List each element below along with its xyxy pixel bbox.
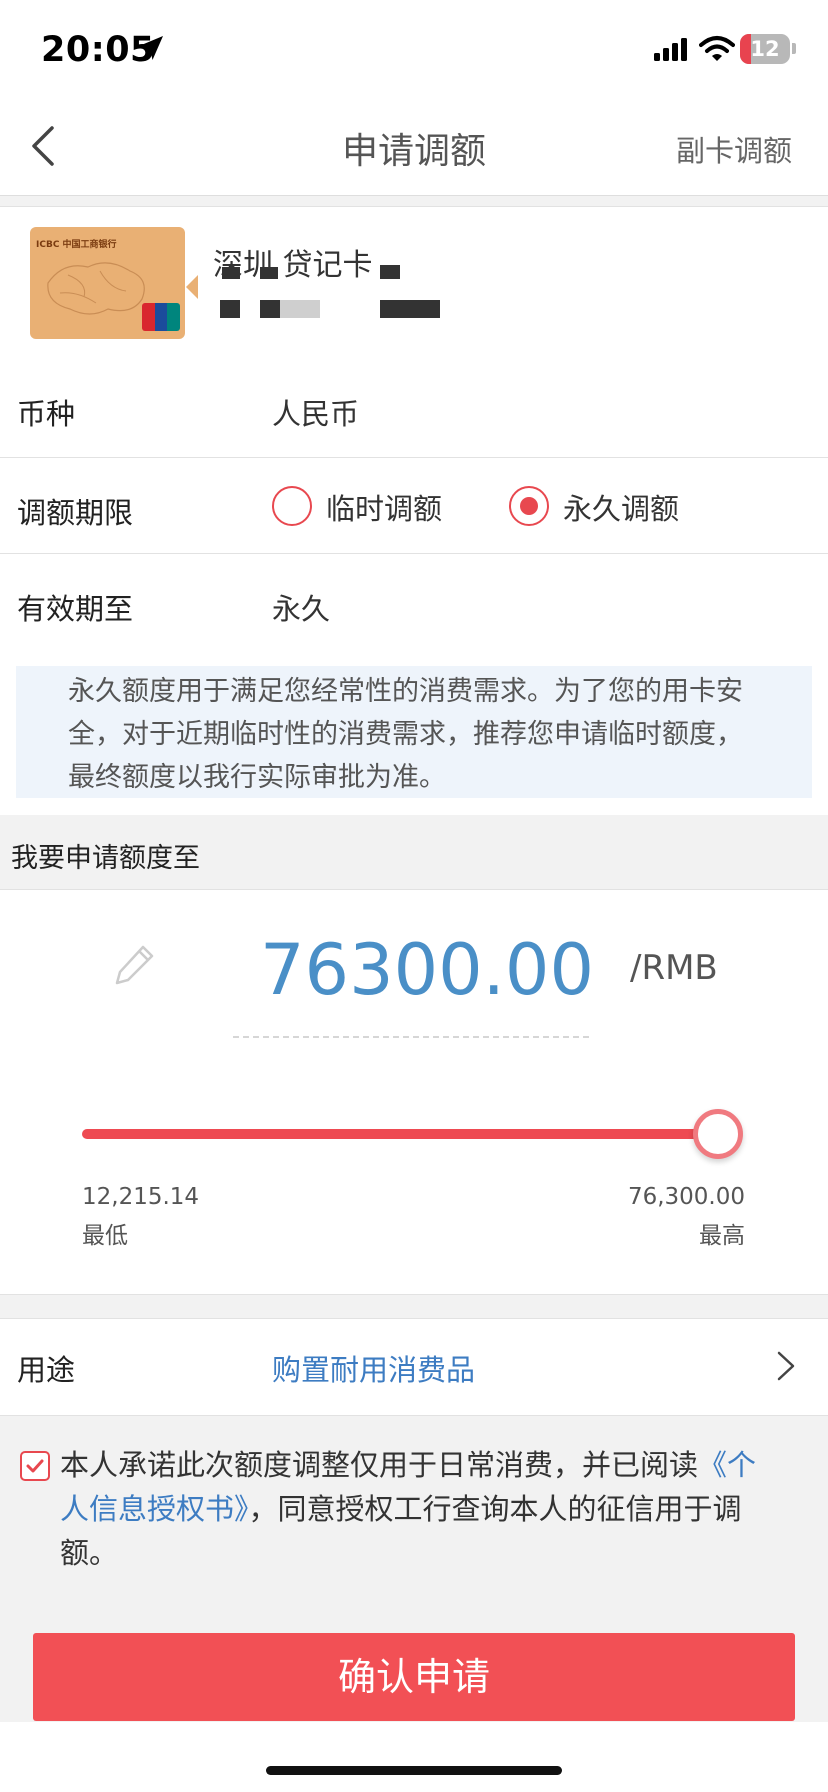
slider-max-label: 最高 <box>699 1223 745 1249</box>
bottom-safe-area <box>0 1722 828 1792</box>
term-label: 调额期限 <box>17 496 134 530</box>
card-map-pattern <box>47 262 145 315</box>
purpose-label: 用途 <box>17 1353 76 1387</box>
radio-selected-dot <box>520 497 538 515</box>
credit-card-image: ICBC 中国工商银行 <box>30 227 185 339</box>
card-number-mask <box>260 300 280 318</box>
battery-level: 12 <box>750 37 780 61</box>
card-number-mask <box>220 300 240 318</box>
slider-min-value: 12,215.14 <box>82 1184 200 1210</box>
slider-thumb[interactable] <box>693 1109 743 1159</box>
radio-permanent-label[interactable]: 永久调额 <box>563 486 679 528</box>
card-number-mask <box>280 300 320 318</box>
currency-value: 人民币 <box>272 397 360 431</box>
radio-permanent[interactable] <box>509 486 549 526</box>
consent-text: 本人承诺此次额度调整仅用于日常消费，并已阅读《个人信息授权书》，同意授权工行查询… <box>60 1443 780 1575</box>
currency-unit: /RMB <box>630 948 718 988</box>
card-pointer <box>186 275 198 299</box>
card-number-mask <box>380 300 440 318</box>
privacy-mask <box>380 265 400 279</box>
unionpay-logo <box>142 303 180 331</box>
radio-temporary[interactable] <box>272 486 312 526</box>
valid-until-value: 永久 <box>272 592 331 626</box>
location-arrow-icon <box>139 36 163 60</box>
cellular-signal-icon <box>654 38 687 61</box>
battery-cap <box>792 43 796 54</box>
currency-label: 币种 <box>17 397 76 431</box>
amount-input[interactable]: 76300.00 <box>260 929 594 1011</box>
privacy-mask <box>260 267 278 279</box>
privacy-mask <box>222 267 240 279</box>
wifi-icon <box>699 36 735 61</box>
pencil-edit-icon[interactable] <box>113 942 157 986</box>
apply-section-title: 我要申请额度至 <box>11 843 200 874</box>
currency-row <box>0 360 828 458</box>
radio-temporary-label[interactable]: 临时调额 <box>326 486 442 528</box>
slider-max-value: 76,300.00 <box>627 1184 745 1210</box>
home-indicator <box>266 1766 562 1775</box>
valid-until-label: 有效期至 <box>17 592 134 626</box>
battery-icon: 12 <box>740 34 790 64</box>
amount-underline <box>233 1036 589 1038</box>
consent-checkbox[interactable] <box>20 1451 50 1481</box>
confirm-apply-button[interactable]: 确认申请 <box>33 1633 795 1721</box>
checkmark-icon <box>26 1459 44 1473</box>
card-bank-logo: ICBC 中国工商银行 <box>36 240 117 250</box>
consent-text-before: 本人承诺此次额度调整仅用于日常消费，并已阅读 <box>60 1448 699 1482</box>
chevron-right-icon[interactable] <box>776 1350 796 1382</box>
slider-fill <box>82 1129 718 1139</box>
purpose-value[interactable]: 购置耐用消费品 <box>272 1347 475 1389</box>
notice-text: 永久额度用于满足您经常性的消费需求。为了您的用卡安全，对于近期临时性的消费需求，… <box>68 676 743 793</box>
slider-min-label: 最低 <box>82 1223 128 1249</box>
supplementary-card-adjust-link[interactable]: 副卡调额 <box>676 128 792 170</box>
